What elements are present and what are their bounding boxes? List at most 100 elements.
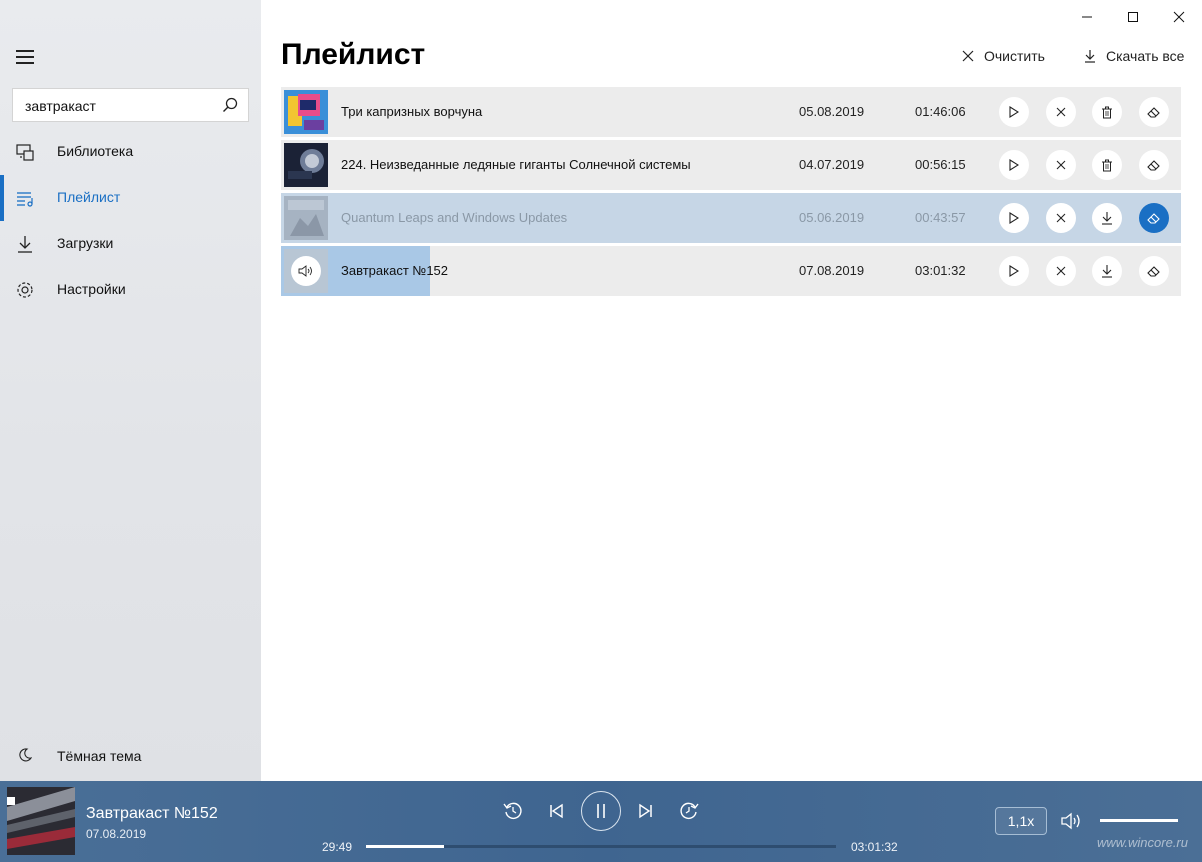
now-playing-date: 07.08.2019 xyxy=(86,827,147,841)
mark-played-button[interactable] xyxy=(1139,256,1169,286)
minimize-button[interactable] xyxy=(1064,0,1110,34)
episode-date: 05.08.2019 xyxy=(799,104,865,119)
search-input[interactable] xyxy=(25,96,215,116)
total-time: 03:01:32 xyxy=(851,840,898,854)
playback-speed-button[interactable]: 1,1x xyxy=(995,807,1047,835)
download-icon xyxy=(1085,50,1095,63)
next-icon xyxy=(639,803,652,819)
mark-played-button[interactable] xyxy=(1139,97,1169,127)
play-button[interactable] xyxy=(999,256,1029,286)
download-icon xyxy=(1102,265,1112,278)
eraser-icon xyxy=(1147,107,1160,118)
playlist-row[interactable]: Три капризных ворчуна 05.08.2019 01:46:0… xyxy=(281,87,1181,137)
clear-label: Очистить xyxy=(984,48,1045,64)
moon-icon xyxy=(19,748,32,762)
page-title: Плейлист xyxy=(281,38,426,71)
episode-title: Завтракаст №152 xyxy=(341,263,449,278)
close-icon xyxy=(962,50,974,62)
next-button[interactable] xyxy=(634,799,658,823)
previous-button[interactable] xyxy=(544,799,568,823)
delete-file-button[interactable] xyxy=(1092,150,1122,180)
pause-icon xyxy=(597,804,605,818)
volume-button[interactable] xyxy=(1060,809,1084,833)
episode-title: 224. Неизведанные ледяные гиганты Солнеч… xyxy=(341,157,691,172)
search-icon[interactable] xyxy=(222,97,238,113)
forward-button[interactable] xyxy=(677,799,701,823)
episode-duration: 01:46:06 xyxy=(915,104,966,119)
now-playing-cover xyxy=(7,787,75,855)
library-icon xyxy=(16,144,34,161)
volume-icon xyxy=(1061,812,1080,830)
episode-duration: 00:56:15 xyxy=(915,157,966,172)
download-icon xyxy=(1102,212,1112,225)
playlist-row[interactable]: Quantum Leaps and Windows Updates 05.06.… xyxy=(281,193,1181,243)
hamburger-menu-icon[interactable] xyxy=(16,50,34,64)
download-all-button[interactable]: Скачать все xyxy=(1084,46,1184,66)
download-button[interactable] xyxy=(1092,256,1122,286)
dark-theme-label: Тёмная тема xyxy=(57,748,142,764)
rewind-icon xyxy=(503,802,522,820)
player-bar: Завтракаст №152 07.08.2019 29:49 03:01:3… xyxy=(0,781,1202,862)
gear-icon xyxy=(17,282,33,298)
sidebar-item-label: Библиотека xyxy=(57,143,134,159)
seek-slider[interactable] xyxy=(366,845,836,848)
episode-date: 07.08.2019 xyxy=(799,263,865,278)
close-icon xyxy=(1056,213,1066,223)
episode-title: Quantum Leaps and Windows Updates xyxy=(341,210,568,225)
sidebar-item-label: Плейлист xyxy=(57,189,121,205)
trash-icon xyxy=(1102,106,1112,118)
dark-theme-toggle[interactable]: Тёмная тема xyxy=(0,740,261,772)
close-icon xyxy=(1056,266,1066,276)
play-icon xyxy=(1009,106,1019,118)
close-window-button[interactable] xyxy=(1156,0,1202,34)
delete-file-button[interactable] xyxy=(1092,97,1122,127)
download-icon xyxy=(18,236,32,253)
remove-button[interactable] xyxy=(1046,256,1076,286)
episode-duration: 03:01:32 xyxy=(915,263,966,278)
mark-played-button[interactable] xyxy=(1139,150,1169,180)
clear-button[interactable]: Очистить xyxy=(962,46,1045,66)
episode-cover xyxy=(284,196,328,240)
trash-icon xyxy=(1102,159,1112,171)
play-button[interactable] xyxy=(999,97,1029,127)
watermark: www.wincore.ru xyxy=(1096,835,1188,850)
episode-duration: 00:43:57 xyxy=(915,210,966,225)
play-icon xyxy=(1009,265,1019,277)
play-icon xyxy=(1009,159,1019,171)
seek-slider-fill xyxy=(366,845,444,848)
play-button[interactable] xyxy=(999,203,1029,233)
play-button[interactable] xyxy=(999,150,1029,180)
episode-cover xyxy=(284,90,328,134)
maximize-button[interactable] xyxy=(1110,0,1156,34)
download-button[interactable] xyxy=(1092,203,1122,233)
eraser-icon xyxy=(1147,266,1160,277)
remove-button[interactable] xyxy=(1046,97,1076,127)
sidebar-item-playlist[interactable]: Плейлист xyxy=(0,175,261,221)
forward-icon xyxy=(680,802,699,820)
playlist-row[interactable]: Завтракаст №152 07.08.2019 03:01:32 xyxy=(281,246,1181,296)
playlist-row[interactable]: 224. Неизведанные ледяные гиганты Солнеч… xyxy=(281,140,1181,190)
sidebar-item-library[interactable]: Библиотека xyxy=(0,129,261,175)
remove-button[interactable] xyxy=(1046,150,1076,180)
window-controls xyxy=(1064,0,1202,34)
close-icon xyxy=(1173,11,1185,23)
search-box[interactable] xyxy=(12,88,249,122)
episode-cover xyxy=(284,249,328,293)
mark-played-button[interactable] xyxy=(1139,203,1169,233)
download-all-label: Скачать все xyxy=(1106,48,1185,64)
sidebar-item-downloads[interactable]: Загрузки xyxy=(0,221,261,267)
sidebar-item-settings[interactable]: Настройки xyxy=(0,267,261,313)
elapsed-time: 29:49 xyxy=(322,840,353,854)
minimize-icon xyxy=(1082,16,1092,18)
speaker-icon xyxy=(298,265,312,277)
rewind-button[interactable] xyxy=(501,799,525,823)
close-icon xyxy=(1056,160,1066,170)
volume-slider[interactable] xyxy=(1100,819,1178,822)
remove-button[interactable] xyxy=(1046,203,1076,233)
episode-cover xyxy=(284,143,328,187)
episode-title: Три капризных ворчуна xyxy=(341,104,483,119)
episode-date: 05.06.2019 xyxy=(799,210,865,225)
close-icon xyxy=(1056,107,1066,117)
pause-button[interactable] xyxy=(581,791,621,831)
playlist-icon xyxy=(17,192,33,207)
